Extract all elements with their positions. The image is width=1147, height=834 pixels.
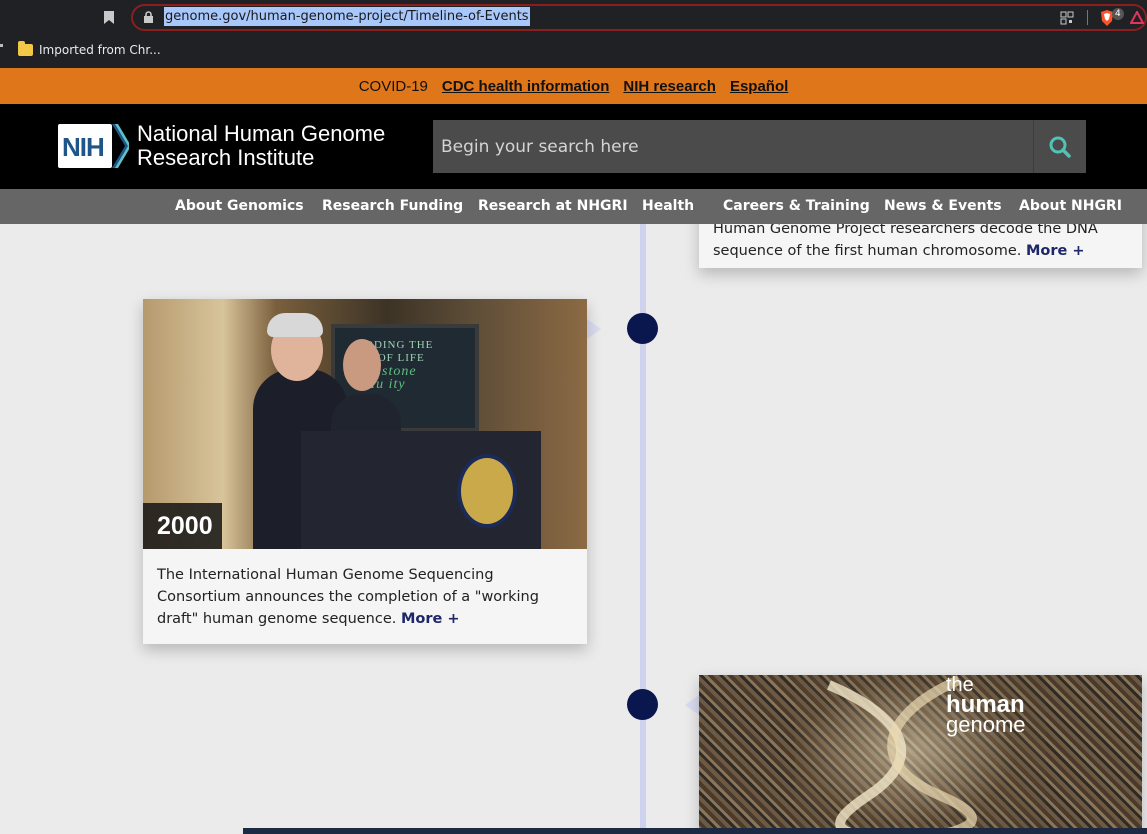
card-pointer bbox=[685, 695, 699, 715]
nav-health[interactable]: Health bbox=[642, 189, 694, 224]
presidential-seal bbox=[457, 454, 517, 528]
bookmark-folder-label: Imported from Chr... bbox=[39, 42, 161, 57]
nav-careers-training[interactable]: Careers & Training bbox=[723, 189, 870, 224]
timeline-card-2000: ODING THE K OF LIFE ilestone Hu ity 2000… bbox=[143, 299, 587, 644]
toolbar-divider bbox=[1087, 10, 1088, 25]
bookmark-icon[interactable] bbox=[103, 10, 115, 28]
card-text: Human Genome Project researchers decode … bbox=[713, 224, 1128, 262]
lock-icon bbox=[143, 11, 154, 27]
nih-logo-text: NIH bbox=[62, 132, 105, 162]
search-input[interactable] bbox=[433, 120, 1033, 173]
espanol-link[interactable]: Español bbox=[730, 78, 788, 95]
photo-person-right-head bbox=[343, 339, 381, 391]
institute-name[interactable]: National Human Genome Research Institute bbox=[137, 122, 417, 170]
alert-prefix: COVID-19 bbox=[358, 77, 428, 95]
photo-person-left-hair bbox=[267, 313, 323, 337]
more-link[interactable]: More + bbox=[401, 611, 460, 627]
timeline-content: Human Genome Project researchers decode … bbox=[0, 224, 1147, 834]
timeline-card-human-genome: the human genome bbox=[699, 675, 1142, 834]
search-icon bbox=[1049, 136, 1071, 162]
extension-badge: 4 bbox=[1112, 8, 1124, 20]
timeline-dot bbox=[627, 689, 658, 720]
institute-name-line2: Research Institute bbox=[137, 145, 315, 170]
nav-about-genomics[interactable]: About Genomics bbox=[175, 189, 304, 224]
browser-chrome: 4 genome.gov/human-genome-project/Timeli… bbox=[0, 0, 1147, 68]
timeline-dot bbox=[627, 313, 658, 344]
folder-icon bbox=[18, 40, 33, 56]
card-description: The International Human Genome Sequencin… bbox=[157, 567, 539, 627]
bookmarks-overflow[interactable] bbox=[0, 44, 3, 47]
qr-code-icon[interactable] bbox=[1060, 11, 1074, 28]
card-photo[interactable]: ODING THE K OF LIFE ilestone Hu ity 2000 bbox=[143, 299, 587, 549]
timeline-card-chromosome: Human Genome Project researchers decode … bbox=[699, 224, 1142, 268]
nav-news-events[interactable]: News & Events bbox=[884, 189, 1002, 224]
year-badge: 2000 bbox=[143, 503, 222, 549]
url-text[interactable]: genome.gov/human-genome-project/Timeline… bbox=[164, 7, 530, 26]
cdc-link[interactable]: CDC health information bbox=[442, 78, 610, 95]
search-box bbox=[433, 120, 1033, 173]
main-nav: About Genomics Research Funding Research… bbox=[0, 189, 1147, 224]
brave-rewards-icon[interactable] bbox=[1129, 9, 1145, 27]
book-title: the human genome bbox=[946, 675, 1026, 737]
covid-alert-bar: COVID-19 CDC health information NIH rese… bbox=[0, 68, 1147, 104]
site-header: NIH National Human Genome Research Insti… bbox=[0, 104, 1147, 189]
card-pointer bbox=[587, 319, 601, 339]
nav-about-nhgri[interactable]: About NHGRI bbox=[1019, 189, 1122, 224]
nav-research-at-nhgri[interactable]: Research at NHGRI bbox=[478, 189, 628, 224]
nav-research-funding[interactable]: Research Funding bbox=[322, 189, 463, 224]
institute-name-line1: National Human Genome bbox=[137, 121, 386, 146]
nih-logo[interactable]: NIH bbox=[58, 124, 131, 168]
bottom-strip bbox=[243, 828, 1147, 834]
more-link[interactable]: More + bbox=[1026, 243, 1085, 259]
bookmark-folder[interactable]: Imported from Chr... bbox=[18, 40, 161, 58]
card-photo[interactable]: the human genome bbox=[699, 675, 1142, 834]
search-button[interactable] bbox=[1033, 120, 1086, 173]
card-text: The International Human Genome Sequencin… bbox=[157, 564, 577, 630]
nih-research-link[interactable]: NIH research bbox=[623, 78, 716, 95]
